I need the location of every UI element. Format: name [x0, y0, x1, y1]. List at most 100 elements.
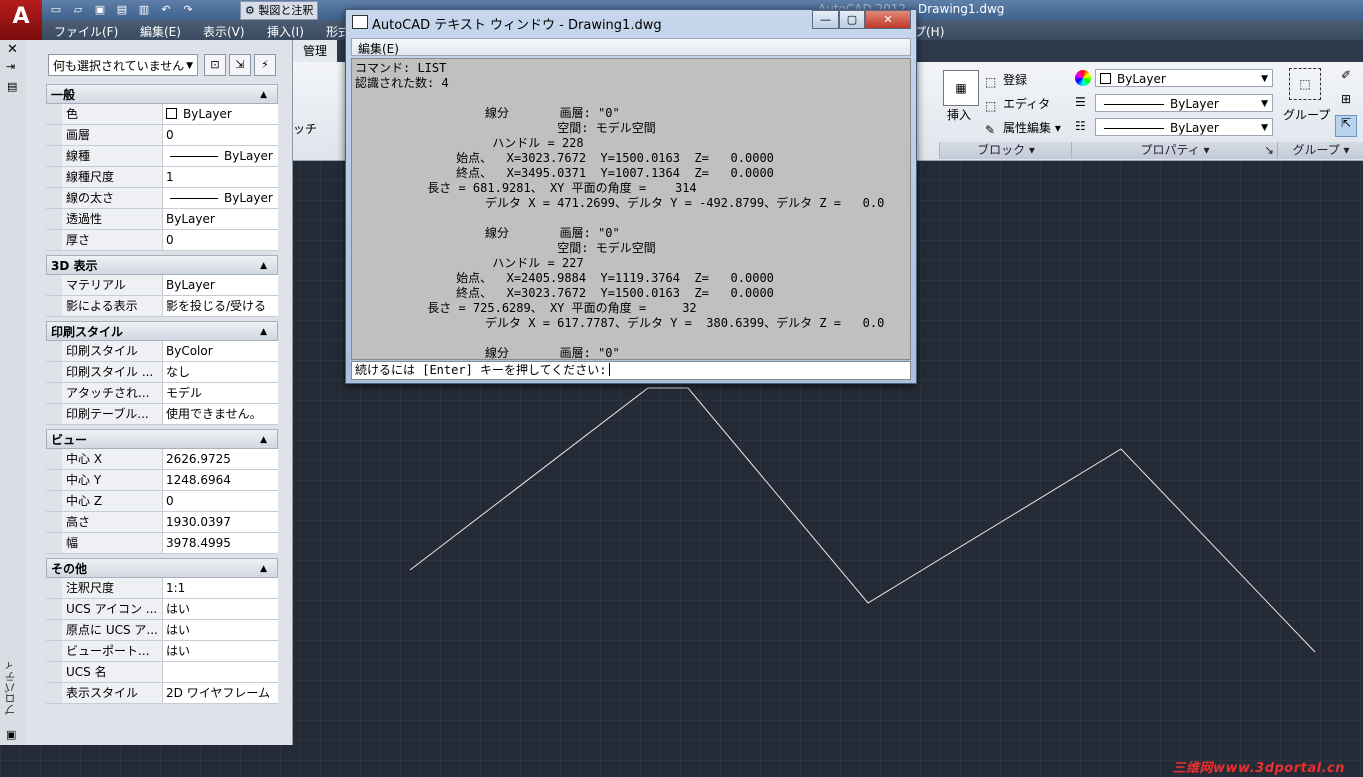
lineweight-combo[interactable]: ByLayer ▼ [1095, 118, 1273, 136]
property-row[interactable]: 中心 Z0 [46, 491, 278, 512]
property-value[interactable]: ByLayer [163, 146, 278, 166]
property-value[interactable]: 3978.4995 [163, 533, 278, 553]
property-value[interactable]: 0 [163, 491, 278, 511]
color-combo[interactable]: ByLayer ▼ [1095, 69, 1273, 87]
minimize-icon[interactable]: — [812, 10, 839, 29]
property-row[interactable]: 透過性 ByLayer [46, 209, 278, 230]
property-value[interactable]: 1 [163, 167, 278, 187]
property-value[interactable]: 1248.6964 [163, 470, 278, 490]
property-row[interactable]: マテリアル ByLayer [46, 275, 278, 296]
property-value[interactable]: 0 [163, 125, 278, 145]
insert-block-icon[interactable]: ▦ [943, 70, 979, 106]
command-history[interactable]: コマンド: LIST 認識された数: 4 線分 画層: "0" 空間: モデル空間… [351, 58, 911, 360]
group-button[interactable]: グループ [1283, 106, 1330, 123]
collapse-icon[interactable]: ▲ [260, 322, 267, 342]
property-row[interactable]: UCS アイコン ... はい [46, 599, 278, 620]
group-icon[interactable]: ⬚ [1289, 68, 1321, 100]
property-row[interactable]: 原点に UCS ア... はい [46, 620, 278, 641]
property-value[interactable]: なし [163, 362, 278, 382]
text-window[interactable]: AutoCAD テキスト ウィンドウ - Drawing1.dwg — ▢ ✕ … [345, 9, 917, 384]
property-value[interactable]: はい [163, 620, 278, 640]
drawn-polyline[interactable] [409, 387, 1316, 653]
property-value[interactable]: ByColor [163, 341, 278, 361]
panel-launcher-icon[interactable]: ↘ [1264, 142, 1274, 159]
property-row[interactable]: ビューポート... はい [46, 641, 278, 662]
property-row[interactable]: 線種 ByLayer [46, 146, 278, 167]
section-header[interactable]: 3D 表示 ▲ [46, 255, 278, 275]
block-panel-footer[interactable]: ブロック ▾ [939, 142, 1072, 159]
linetype-combo[interactable]: ByLayer ▼ [1095, 94, 1273, 112]
print-icon[interactable]: ▥ [134, 1, 154, 18]
property-value[interactable]: 1:1 [163, 578, 278, 598]
collapse-icon[interactable]: ▲ [260, 430, 267, 450]
auto-hide-icon[interactable]: ⇥ [6, 60, 15, 73]
quick-select-icon[interactable]: ⚡ [254, 54, 276, 76]
properties-panel-footer[interactable]: プロパティ ▾ ↘ [1071, 142, 1278, 159]
property-row[interactable]: 画層 0 [46, 125, 278, 146]
property-row[interactable]: アタッチされ... モデル [46, 383, 278, 404]
save-as-icon[interactable]: ▤ [112, 1, 132, 18]
tab-manage[interactable]: 管理 [293, 40, 338, 62]
property-value[interactable]: 2626.9725 [163, 449, 278, 469]
property-row[interactable]: 色 ByLayer [46, 104, 278, 125]
property-row[interactable]: 印刷スタイル ... なし [46, 362, 278, 383]
open-file-icon[interactable]: ▱ [68, 1, 88, 18]
menu-help[interactable]: プ(H) [914, 23, 944, 40]
workspace-selector[interactable]: ⚙ 製図と注釈 [240, 1, 319, 20]
property-value[interactable]: 影を投じる/受ける [163, 296, 278, 316]
collapse-icon[interactable]: ▲ [260, 559, 267, 579]
property-value[interactable]: 使用できません。 [163, 404, 278, 424]
property-value[interactable]: はい [163, 641, 278, 661]
selection-dropdown[interactable]: 何も選択されていません ▼ [48, 54, 198, 76]
toggle-pickadd-icon[interactable]: ⊡ [204, 54, 226, 76]
new-file-icon[interactable]: ▭ [46, 1, 66, 18]
palette-menu-icon[interactable]: ▤ [7, 80, 17, 93]
close-icon[interactable]: ✕ [865, 10, 911, 29]
property-value[interactable]: はい [163, 599, 278, 619]
property-row[interactable]: 高さ 1930.0397 [46, 512, 278, 533]
section-header[interactable]: 一般 ▲ [46, 84, 278, 104]
maximize-icon[interactable]: ▢ [839, 10, 865, 29]
property-row[interactable]: 厚さ 0 [46, 230, 278, 251]
menu-insert[interactable]: 挿入(I) [267, 23, 304, 40]
property-row[interactable]: 線の太さ ByLayer [46, 188, 278, 209]
collapse-icon[interactable]: ▲ [260, 85, 267, 105]
save-icon[interactable]: ▣ [90, 1, 110, 18]
property-row[interactable]: 線種尺度 1 [46, 167, 278, 188]
insert-button[interactable]: 挿入 [947, 106, 971, 123]
property-row[interactable]: 幅 3978.4995 [46, 533, 278, 554]
block-editor-button[interactable]: ⬚ エディタ [985, 95, 1050, 113]
menu-edit[interactable]: 編集(E) [140, 23, 181, 40]
property-value[interactable] [163, 662, 278, 682]
close-icon[interactable]: ✕ [7, 42, 18, 57]
color-wheel-icon[interactable] [1075, 70, 1091, 86]
group-panel-footer[interactable]: グループ ▾ [1277, 142, 1363, 159]
property-value[interactable]: ByLayer [163, 104, 278, 124]
ungroup-icon[interactable]: ⊞ [1337, 92, 1355, 110]
menu-edit[interactable]: 編集(E) [358, 40, 399, 57]
property-row[interactable]: UCS 名 [46, 662, 278, 683]
property-row[interactable]: 表示スタイル 2D ワイヤフレーム [46, 683, 278, 704]
select-objects-icon[interactable]: ⇲ [229, 54, 251, 76]
property-value[interactable]: ByLayer [163, 188, 278, 208]
property-value[interactable]: 1930.0397 [163, 512, 278, 532]
property-row[interactable]: 中心 X 2626.9725 [46, 449, 278, 470]
register-block-button[interactable]: ⬚ 登録 [985, 71, 1027, 89]
group-select-icon[interactable]: ⇱ [1335, 115, 1357, 137]
property-row[interactable]: 中心 Y 1248.6964 [46, 470, 278, 491]
property-value[interactable]: ByLayer [163, 275, 278, 295]
application-menu-button[interactable]: A [0, 0, 42, 40]
redo-icon[interactable]: ↷ [178, 1, 198, 18]
section-header[interactable]: その他 ▲ [46, 558, 278, 578]
property-row[interactable]: 注釈尺度 1:1 [46, 578, 278, 599]
properties-palette-titlebar[interactable]: ✕ ⇥ ▤ プロパティ ▣ [0, 40, 27, 745]
undo-icon[interactable]: ↶ [156, 1, 176, 18]
property-value[interactable]: 2D ワイヤフレーム [163, 683, 278, 703]
menu-file[interactable]: ファイル(F) [54, 23, 118, 40]
property-value[interactable]: ByLayer [163, 209, 278, 229]
property-row[interactable]: 印刷スタイル ByColor [46, 341, 278, 362]
hatch-partial-label[interactable]: ッチ [293, 120, 317, 137]
command-line-input[interactable]: 続けるには [Enter] キーを押してください: [351, 361, 911, 380]
collapse-icon[interactable]: ▲ [260, 256, 267, 276]
section-header[interactable]: ビュー ▲ [46, 429, 278, 449]
